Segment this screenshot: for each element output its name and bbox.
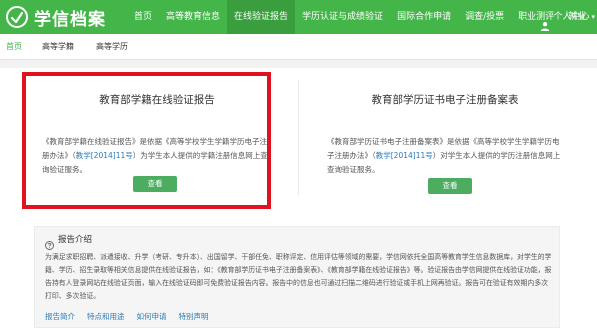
top-navigation-bar: 学信档案 首页 高等教育信息 在线验证报告 学历认证与成绩验证 国际合作申请 调… (0, 0, 597, 34)
tab-higher-degree[interactable]: 高等学历 (96, 41, 128, 52)
tab-higher-student-status[interactable]: 高等学籍 (42, 41, 74, 52)
logo-text: 学信档案 (34, 9, 106, 30)
intro-header: 报告介绍 (45, 233, 93, 250)
card-description: 《教育部学历证书电子注册备案表》是依据《高等学校学生学籍学历电子注册办法》（教学… (327, 135, 563, 177)
help-circle-icon (45, 235, 54, 250)
user-center-menu[interactable]: 个人中心 ▾ (540, 0, 595, 34)
link-features-uses[interactable]: 特点和用途 (87, 311, 125, 322)
logo-icon (6, 6, 28, 28)
sub-navigation: 首页 高等学籍 高等学历 (0, 34, 597, 60)
main-nav: 首页 高等教育信息 在线验证报告 学历认证与成绩验证 国际合作申请 调查/投票 … (127, 0, 593, 34)
intro-links: 报告简介 特点和用途 如何申请 特别声明 (45, 311, 221, 322)
chevron-down-icon: ▾ (591, 13, 595, 21)
view-button[interactable]: 查看 (428, 178, 472, 194)
link-report-overview[interactable]: 报告简介 (45, 311, 75, 322)
card-title: 教育部学历证书电子注册备案表 (371, 94, 519, 106)
divider (298, 80, 299, 195)
site-logo[interactable]: 学信档案 (6, 6, 106, 30)
highlight-annotation-box (22, 72, 271, 209)
intro-body-text: 为满足求职招聘、派遣接收、升学（考研、专升本）、出国留学、干部任免、职称评定、信… (45, 253, 552, 300)
nav-certification-verification[interactable]: 学历认证与成绩验证 (295, 0, 390, 34)
nav-international-cooperation[interactable]: 国际合作申请 (390, 0, 458, 34)
subnav-home[interactable]: 首页 (6, 41, 22, 52)
main-content: 教育部学籍在线验证报告 《教育部学籍在线验证报告》是依据《高等学校学生学籍学历电… (0, 68, 597, 328)
link-special-statement[interactable]: 特别声明 (179, 311, 209, 322)
user-icon (540, 12, 550, 31)
report-intro-panel: 报告介绍 为满足求职招聘、派遣接收、升学（考研、专升本）、出国留学、干部任免、职… (34, 226, 560, 328)
regulation-link[interactable]: 教学[2014]11号 (376, 151, 433, 160)
nav-higher-education-info[interactable]: 高等教育信息 (159, 0, 227, 34)
nav-survey-vote[interactable]: 调查/投票 (458, 0, 511, 34)
link-how-to-apply[interactable]: 如何申请 (137, 311, 167, 322)
degree-registration-card: 教育部学历证书电子注册备案表 《教育部学历证书电子注册备案表》是依据《高等学校学… (310, 68, 580, 208)
nav-online-verification-report[interactable]: 在线验证报告 (227, 0, 296, 34)
nav-home[interactable]: 首页 (127, 0, 159, 34)
intro-title: 报告介绍 (58, 235, 93, 245)
user-center-label: 个人中心 (553, 12, 590, 22)
